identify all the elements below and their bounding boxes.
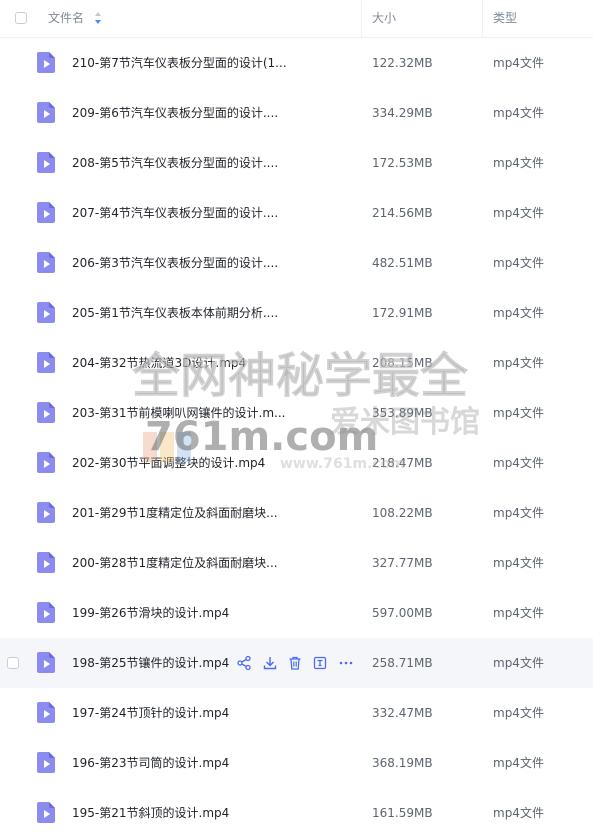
file-row[interactable]: 205-第1节汽车仪表板本体前期分析.... 172.91MB mp4文件 — [0, 288, 593, 338]
file-type: mp4文件 — [493, 306, 544, 320]
file-name[interactable]: 201-第29节1度精定位及斜面耐磨块... — [72, 488, 278, 538]
video-file-icon — [37, 102, 55, 123]
file-row-hovered[interactable]: 198-第25节镶件的设计.mp4 258.71MB mp4文件 — [0, 638, 593, 688]
file-size: 161.59MB — [372, 806, 433, 820]
share-icon[interactable] — [236, 655, 252, 671]
file-row[interactable]: 208-第5节汽车仪表板分型面的设计.... 172.53MB mp4文件 — [0, 138, 593, 188]
file-row[interactable]: 195-第21节斜顶的设计.mp4 161.59MB mp4文件 — [0, 788, 593, 838]
file-row[interactable]: 196-第23节司筒的设计.mp4 368.19MB mp4文件 — [0, 738, 593, 788]
file-size: 218.47MB — [372, 456, 433, 470]
file-name[interactable]: 205-第1节汽车仪表板本体前期分析.... — [72, 288, 278, 338]
file-type: mp4文件 — [493, 506, 544, 520]
file-type: mp4文件 — [493, 406, 544, 420]
file-name[interactable]: 200-第28节1度精定位及斜面耐磨块... — [72, 538, 278, 588]
file-name[interactable]: 195-第21节斜顶的设计.mp4 — [72, 788, 229, 838]
file-name[interactable]: 206-第3节汽车仪表板分型面的设计.... — [72, 238, 278, 288]
file-size: 368.19MB — [372, 756, 433, 770]
column-header-size[interactable]: 大小 — [372, 0, 396, 37]
file-type: mp4文件 — [493, 56, 544, 70]
file-row[interactable]: 202-第30节平面调整块的设计.mp4 218.47MB mp4文件 — [0, 438, 593, 488]
file-name[interactable]: 209-第6节汽车仪表板分型面的设计.... — [72, 88, 278, 138]
sort-icon[interactable] — [94, 11, 102, 25]
video-file-icon — [37, 652, 55, 673]
file-name[interactable]: 208-第5节汽车仪表板分型面的设计.... — [72, 138, 278, 188]
column-header-size-label: 大小 — [372, 11, 397, 25]
column-divider[interactable] — [361, 0, 362, 37]
file-size: 172.53MB — [372, 156, 433, 170]
video-file-icon — [37, 202, 55, 223]
file-row[interactable]: 206-第3节汽车仪表板分型面的设计.... 482.51MB mp4文件 — [0, 238, 593, 288]
column-divider[interactable] — [482, 0, 483, 37]
file-row[interactable]: 200-第28节1度精定位及斜面耐磨块... 327.77MB mp4文件 — [0, 538, 593, 588]
video-file-icon — [37, 152, 55, 173]
rename-icon[interactable] — [312, 655, 328, 671]
delete-icon[interactable] — [287, 655, 303, 671]
video-file-icon — [37, 802, 55, 823]
video-file-icon — [37, 452, 55, 473]
video-file-icon — [37, 302, 55, 323]
file-name[interactable]: 199-第26节滑块的设计.mp4 — [72, 588, 229, 638]
file-size: 122.32MB — [372, 56, 433, 70]
video-file-icon — [37, 352, 55, 373]
row-checkbox[interactable] — [7, 657, 19, 669]
download-icon[interactable] — [262, 655, 278, 671]
file-row[interactable]: 199-第26节滑块的设计.mp4 597.00MB mp4文件 — [0, 588, 593, 638]
file-type: mp4文件 — [493, 356, 544, 370]
file-name[interactable]: 210-第7节汽车仪表板分型面的设计(1... — [72, 38, 287, 88]
file-row[interactable]: 203-第31节前模喇叭网镶件的设计.m... 353.89MB mp4文件 — [0, 388, 593, 438]
file-type: mp4文件 — [493, 706, 544, 720]
file-name[interactable]: 197-第24节顶针的设计.mp4 — [72, 688, 229, 738]
file-type: mp4文件 — [493, 556, 544, 570]
file-type: mp4文件 — [493, 206, 544, 220]
video-file-icon — [37, 552, 55, 573]
file-list-header: 文件名 大小 类型 — [0, 0, 593, 38]
file-row[interactable]: 209-第6节汽车仪表板分型面的设计.... 334.29MB mp4文件 — [0, 88, 593, 138]
file-size: 597.00MB — [372, 606, 433, 620]
file-size: 334.29MB — [372, 106, 433, 120]
video-file-icon — [37, 252, 55, 273]
file-type: mp4文件 — [493, 156, 544, 170]
file-type: mp4文件 — [493, 106, 544, 120]
video-file-icon — [37, 602, 55, 623]
file-name[interactable]: 198-第25节镶件的设计.mp4 — [72, 638, 229, 688]
video-file-icon — [37, 702, 55, 723]
file-name[interactable]: 203-第31节前模喇叭网镶件的设计.m... — [72, 388, 285, 438]
column-header-name-label: 文件名 — [48, 11, 85, 25]
column-header-type-label: 类型 — [493, 11, 518, 25]
file-size: 258.71MB — [372, 656, 433, 670]
file-size: 208.15MB — [372, 356, 433, 370]
file-size: 332.47MB — [372, 706, 433, 720]
video-file-icon — [37, 502, 55, 523]
file-type: mp4文件 — [493, 256, 544, 270]
file-row[interactable]: 201-第29节1度精定位及斜面耐磨块... 108.22MB mp4文件 — [0, 488, 593, 538]
file-size: 353.89MB — [372, 406, 433, 420]
file-row[interactable]: 207-第4节汽车仪表板分型面的设计.... 214.56MB mp4文件 — [0, 188, 593, 238]
file-name[interactable]: 207-第4节汽车仪表板分型面的设计.... — [72, 188, 278, 238]
more-icon[interactable] — [338, 655, 354, 671]
file-size: 214.56MB — [372, 206, 433, 220]
file-size: 327.77MB — [372, 556, 433, 570]
column-header-name[interactable]: 文件名 — [48, 0, 84, 37]
file-type: mp4文件 — [493, 756, 544, 770]
file-row[interactable]: 204-第32节热流道3D设计.mp4 208.15MB mp4文件 — [0, 338, 593, 388]
file-name[interactable]: 196-第23节司筒的设计.mp4 — [72, 738, 229, 788]
file-type: mp4文件 — [493, 656, 544, 670]
file-size: 172.91MB — [372, 306, 433, 320]
file-name[interactable]: 202-第30节平面调整块的设计.mp4 — [72, 438, 265, 488]
video-file-icon — [37, 52, 55, 73]
column-header-type[interactable]: 类型 — [493, 0, 517, 37]
file-name[interactable]: 204-第32节热流道3D设计.mp4 — [72, 338, 246, 388]
file-size: 108.22MB — [372, 506, 433, 520]
file-type: mp4文件 — [493, 806, 544, 820]
video-file-icon — [37, 752, 55, 773]
file-size: 482.51MB — [372, 256, 433, 270]
video-file-icon — [37, 402, 55, 423]
select-all-checkbox[interactable] — [15, 12, 27, 24]
file-type: mp4文件 — [493, 606, 544, 620]
file-row[interactable]: 210-第7节汽车仪表板分型面的设计(1... 122.32MB mp4文件 — [0, 38, 593, 88]
file-type: mp4文件 — [493, 456, 544, 470]
file-row[interactable]: 197-第24节顶针的设计.mp4 332.47MB mp4文件 — [0, 688, 593, 738]
